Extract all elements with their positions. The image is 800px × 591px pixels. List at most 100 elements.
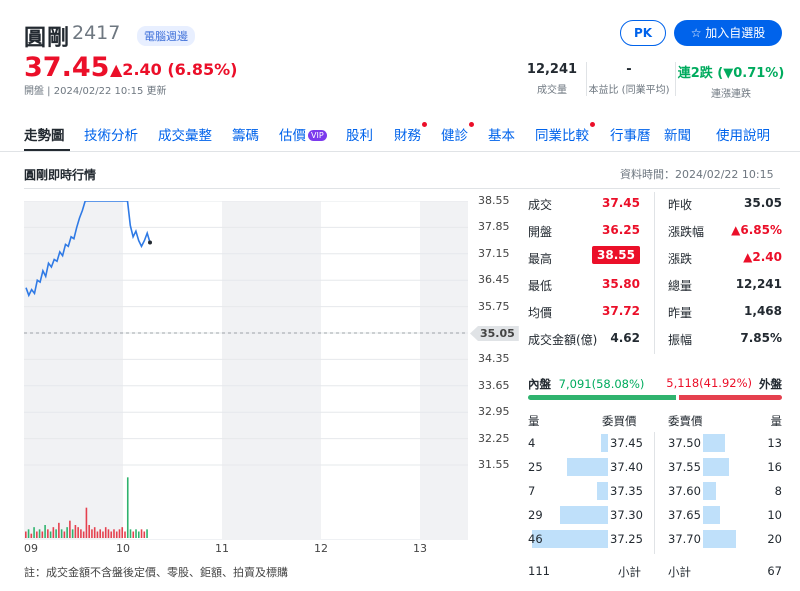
y-tick-label: 34.35	[478, 352, 510, 366]
tab-12[interactable]: 使用說明	[716, 124, 770, 144]
tab-divider	[0, 151, 800, 152]
industry-badge[interactable]: 電腦週邊	[137, 26, 195, 46]
tab-label: 股利	[346, 128, 373, 144]
ask-price-header: 委賣價	[668, 414, 703, 428]
current-price: 37.45	[24, 52, 110, 83]
tab-label: 估價	[279, 128, 306, 144]
tab-0[interactable]: 走勢圖	[24, 124, 65, 144]
inner-ratio-bar	[528, 395, 676, 400]
volume-bar	[77, 527, 79, 538]
orderbook-row: 46 37.25 37.70 20	[528, 530, 782, 550]
volume-bar	[124, 531, 126, 538]
quote-label: 漲跌	[668, 252, 693, 266]
volume-bar	[113, 529, 115, 538]
volume-bar	[41, 531, 44, 538]
bid-depth-bar	[532, 530, 608, 548]
volume-bar	[118, 529, 121, 538]
inner-label: 內盤	[528, 377, 551, 391]
bid-price: 37.35	[610, 484, 643, 498]
tab-5[interactable]: 股利	[346, 124, 373, 144]
tab-9[interactable]: 同業比較	[535, 122, 595, 144]
data-time: 資料時間：2024/02/22 10:15	[620, 168, 774, 181]
x-tick-label: 12	[314, 542, 328, 555]
bid-price-header: 委買價	[602, 414, 637, 428]
tab-label: 行事曆	[610, 128, 651, 144]
y-tick-label: 38.55	[478, 194, 510, 207]
quote-value: 35.05	[744, 196, 782, 210]
quote-value: 38.55	[592, 246, 640, 264]
pk-label: PK	[633, 26, 653, 40]
tab-label: 健診	[441, 128, 468, 144]
tab-8[interactable]: 基本	[488, 124, 515, 144]
quote-label: 最低	[528, 279, 553, 293]
stat-pe: - 本益比 (同業平均)	[586, 62, 672, 96]
intraday-chart[interactable]	[24, 201, 468, 540]
volume-bar	[44, 525, 46, 538]
bid-depth-bar	[566, 458, 608, 476]
tab-3[interactable]: 籌碼	[232, 124, 259, 144]
volume-bar	[55, 529, 57, 538]
pk-button[interactable]: PK	[620, 20, 666, 46]
vip-badge: VIP	[308, 130, 327, 141]
quote-divider	[654, 192, 655, 354]
bid-depth-bar	[596, 482, 608, 500]
quote-value: ▲6.85%	[731, 223, 782, 237]
quote-value: 37.72	[602, 304, 640, 318]
tab-2[interactable]: 成交彙整	[158, 124, 212, 144]
section-title: 圓剛即時行情	[24, 168, 97, 182]
tab-1[interactable]: 技術分析	[84, 124, 138, 144]
tab-7[interactable]: 健診	[441, 122, 474, 144]
bid-depth-bar	[601, 434, 608, 452]
tab-label: 基本	[488, 128, 515, 144]
tab-4[interactable]: 估價 VIP	[279, 124, 327, 144]
stat-volume: 12,241 成交量	[520, 62, 584, 96]
volume-bar	[33, 527, 35, 538]
orderbook-row: 4 37.45 37.50 13	[528, 434, 782, 454]
volume-bar	[25, 531, 27, 538]
ask-qty: 20	[767, 532, 782, 546]
add-watchlist-button[interactable]: ☆ 加入自選股	[674, 20, 782, 46]
y-tick-label: 32.95	[478, 405, 510, 419]
notification-dot	[590, 122, 595, 127]
quote-label: 開盤	[528, 225, 553, 239]
bid-price: 37.30	[610, 508, 643, 522]
volume-bar	[146, 529, 148, 538]
volume-bar	[30, 533, 33, 538]
volume-bar	[52, 527, 55, 538]
ask-qty: 13	[767, 436, 782, 450]
tab-10[interactable]: 行事曆	[610, 124, 651, 144]
volume-bar	[88, 525, 90, 538]
bid-price: 37.25	[610, 532, 643, 546]
volume-bar	[104, 527, 107, 538]
bid-depth-bar	[560, 506, 608, 524]
quote-value: 4.62	[610, 331, 640, 345]
outer-value: 5,118(41.92%)	[666, 376, 752, 390]
volume-bar	[121, 527, 124, 538]
section-divider	[24, 188, 780, 189]
tab-11[interactable]: 新聞	[664, 124, 691, 144]
ask-depth-bar	[703, 434, 725, 452]
tab-label: 同業比較	[535, 128, 589, 144]
quote-label: 均價	[528, 306, 553, 320]
bid-qty: 7	[528, 484, 536, 498]
quote-value: 12,241	[735, 277, 782, 291]
tab-label: 成交彙整	[158, 128, 212, 144]
volume-bar	[96, 531, 99, 538]
volume-bar	[58, 522, 60, 538]
orderbook-row: 25 37.40 37.55 16	[528, 458, 782, 478]
quote-label: 昨收	[668, 198, 693, 212]
volume-bar	[66, 527, 68, 538]
volume-bar	[126, 477, 129, 538]
reference-price-label: 35.05	[470, 326, 519, 341]
ask-depth-bar	[703, 530, 736, 548]
volume-bar	[137, 531, 140, 538]
bid-qty: 46	[528, 532, 543, 546]
quote-label: 漲跌幅	[668, 225, 705, 239]
notification-dot	[422, 122, 427, 127]
bid-price: 37.45	[610, 436, 643, 450]
stat-streak-value: 連2跌 (▼0.71%)	[677, 66, 785, 81]
volume-bar	[80, 529, 82, 538]
tab-6[interactable]: 財務	[394, 122, 427, 144]
y-tick-label: 36.45	[478, 273, 510, 287]
quote-label: 成交	[528, 198, 553, 212]
